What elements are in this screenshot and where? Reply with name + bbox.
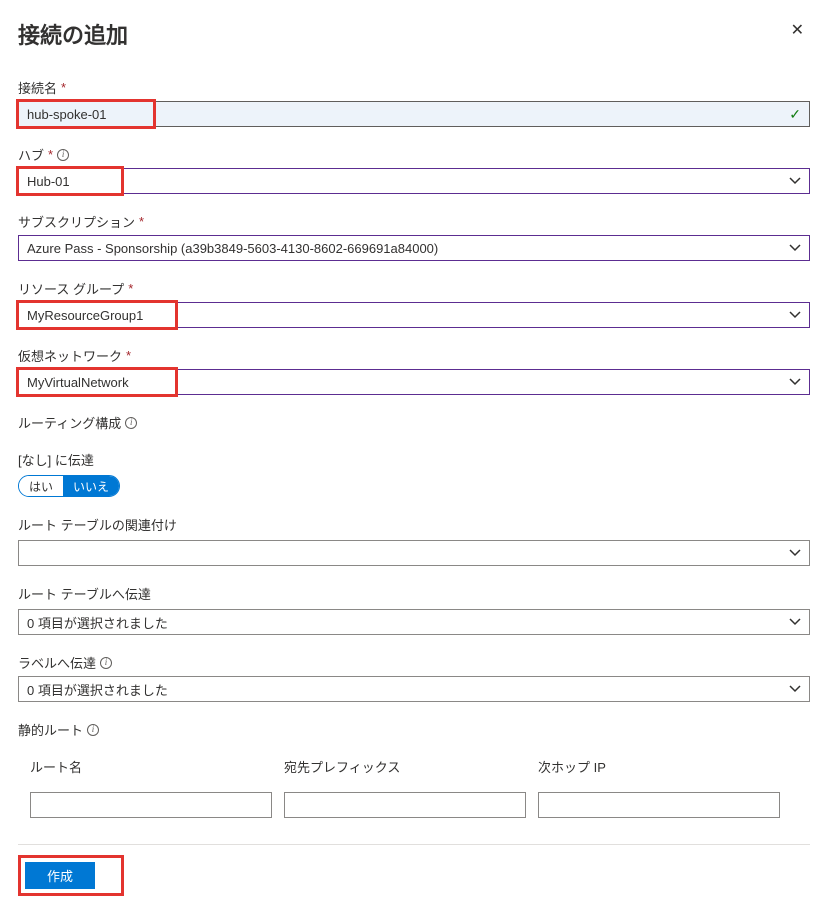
info-icon[interactable]: i	[87, 724, 99, 736]
hub-label-text: ハブ	[18, 145, 44, 164]
required-marker: *	[126, 348, 131, 363]
routing-section-text: ルーティング構成	[18, 413, 121, 432]
static-routes-label: 静的ルート i	[18, 720, 810, 739]
required-marker: *	[48, 147, 53, 162]
resource-group-label-text: リソース グループ	[18, 279, 124, 298]
required-marker: *	[61, 80, 66, 95]
route-table-prop-value: 0 項目が選択されました	[27, 613, 789, 632]
conn-name-label-text: 接続名	[18, 78, 57, 97]
required-marker: *	[139, 214, 144, 229]
resource-group-value: MyResourceGroup1	[27, 308, 789, 323]
info-icon[interactable]: i	[100, 657, 112, 669]
label-prop-text: ラベルへ伝達	[18, 653, 96, 672]
route-table-assoc-select[interactable]	[18, 540, 810, 566]
subscription-label: サブスクリプション *	[18, 212, 810, 231]
route-table-prop-label: ルート テーブルへ伝達	[18, 584, 810, 603]
next-hop-input[interactable]	[538, 792, 780, 818]
route-table-assoc-label: ルート テーブルの関連付け	[18, 515, 810, 534]
label-prop-value: 0 項目が選択されました	[27, 680, 789, 699]
conn-name-input[interactable]: hub-spoke-01 ✓	[18, 101, 810, 127]
col-next-hop: 次ホップ IP	[538, 757, 780, 776]
route-table-prop-select[interactable]: 0 項目が選択されました	[18, 609, 810, 635]
subscription-label-text: サブスクリプション	[18, 212, 135, 231]
static-routes-text: 静的ルート	[18, 720, 83, 739]
info-icon[interactable]: i	[57, 149, 69, 161]
chevron-down-icon	[789, 376, 801, 388]
subscription-value: Azure Pass - Sponsorship (a39b3849-5603-…	[27, 241, 789, 256]
toggle-no[interactable]: いいえ	[63, 476, 119, 496]
col-dest-prefix: 宛先プレフィックス	[284, 757, 526, 776]
label-prop-label: ラベルへ伝達 i	[18, 653, 810, 672]
vnet-value: MyVirtualNetwork	[27, 375, 789, 390]
toggle-yes[interactable]: はい	[19, 476, 63, 496]
chevron-down-icon	[789, 242, 801, 254]
vnet-select[interactable]: MyVirtualNetwork	[18, 369, 810, 395]
conn-name-label: 接続名 *	[18, 78, 810, 97]
conn-name-value: hub-spoke-01	[27, 107, 801, 122]
required-marker: *	[128, 281, 133, 296]
col-route-name: ルート名	[30, 757, 272, 776]
hub-select[interactable]: Hub-01	[18, 168, 810, 194]
hub-label: ハブ * i	[18, 145, 810, 164]
subscription-select[interactable]: Azure Pass - Sponsorship (a39b3849-5603-…	[18, 235, 810, 261]
chevron-down-icon	[789, 547, 801, 559]
resource-group-label: リソース グループ *	[18, 279, 810, 298]
chevron-down-icon	[789, 616, 801, 628]
route-name-input[interactable]	[30, 792, 272, 818]
chevron-down-icon	[789, 683, 801, 695]
page-title: 接続の追加	[18, 18, 128, 50]
resource-group-select[interactable]: MyResourceGroup1	[18, 302, 810, 328]
check-icon: ✓	[789, 106, 801, 123]
chevron-down-icon	[789, 175, 801, 187]
vnet-label: 仮想ネットワーク *	[18, 346, 810, 365]
chevron-down-icon	[789, 309, 801, 321]
routing-section-label: ルーティング構成 i	[18, 413, 810, 432]
info-icon[interactable]: i	[125, 417, 137, 429]
propagate-none-label: [なし] に伝達	[18, 450, 810, 469]
vnet-label-text: 仮想ネットワーク	[18, 346, 122, 365]
highlight-create: 作成	[18, 855, 124, 896]
close-icon[interactable]: ✕	[785, 18, 810, 42]
label-prop-select[interactable]: 0 項目が選択されました	[18, 676, 810, 702]
propagate-none-toggle[interactable]: はい いいえ	[18, 475, 120, 497]
dest-prefix-input[interactable]	[284, 792, 526, 818]
create-button[interactable]: 作成	[25, 862, 95, 889]
hub-value: Hub-01	[27, 174, 789, 189]
